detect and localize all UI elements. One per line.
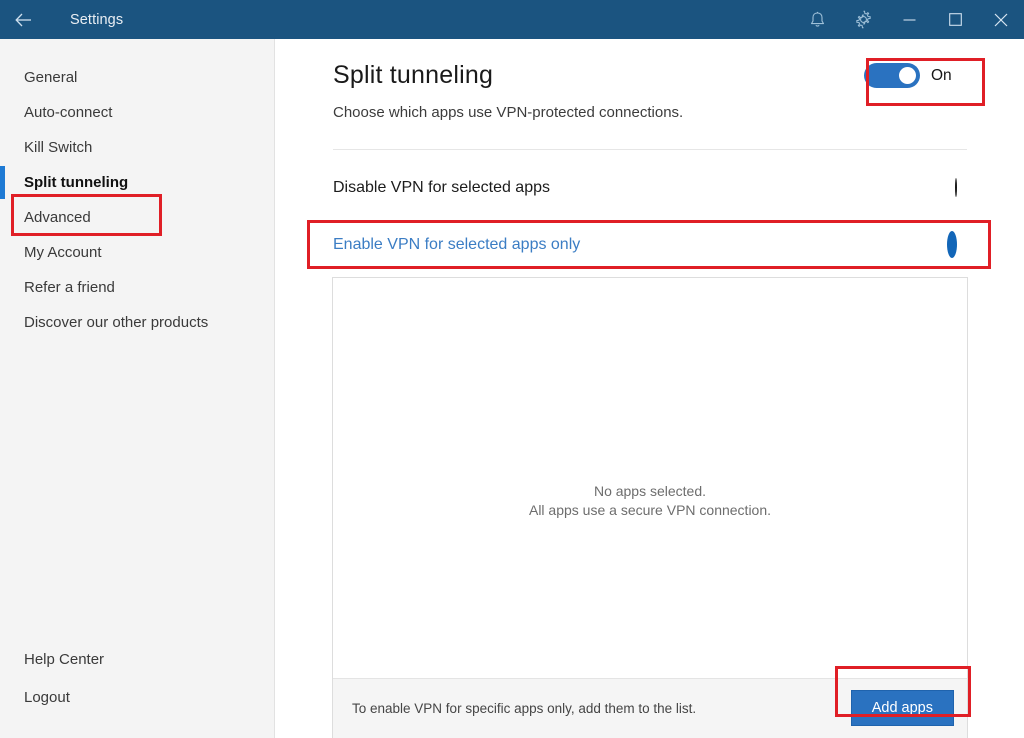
sidebar-item-label: Split tunneling (24, 174, 129, 191)
empty-state-line-1: No apps selected. (593, 483, 707, 499)
footer-hint-text: To enable VPN for specific apps only, ad… (352, 701, 697, 716)
sidebar-item-advanced[interactable]: Advanced (0, 200, 275, 235)
option-enable-vpn-selected-apps-only[interactable]: Enable VPN for selected apps only (333, 223, 967, 267)
settings-gear-button[interactable] (840, 0, 886, 39)
sidebar-item-label: Advanced (24, 209, 91, 226)
sidebar-item-discover-other-products[interactable]: Discover our other products (0, 305, 275, 340)
option-label: Disable VPN for selected apps (333, 179, 550, 196)
header-divider (333, 149, 967, 150)
app-list-panel: No apps selected. All apps use a secure … (332, 277, 968, 738)
empty-state-line-2: All apps use a secure VPN connection. (528, 502, 772, 518)
sidebar-item-label: General (24, 69, 78, 86)
notification-bell-icon (809, 11, 826, 29)
settings-window: Settings General Auto-connect Kill Switc… (0, 0, 1024, 738)
minimize-button[interactable] (886, 0, 932, 39)
app-list-footer: To enable VPN for specific apps only, ad… (333, 678, 967, 738)
main-content: Split tunneling Choose which apps use VP… (276, 39, 1024, 738)
maximize-icon (948, 13, 962, 26)
app-list-empty-state: No apps selected. All apps use a secure … (333, 482, 967, 520)
sidebar-item-label: My Account (24, 244, 102, 261)
sidebar-item-help-center[interactable]: Help Center (0, 640, 275, 678)
sidebar-item-label: Refer a friend (24, 279, 115, 296)
sidebar-item-label: Logout (24, 688, 70, 706)
maximize-button[interactable] (932, 0, 978, 39)
option-label: Enable VPN for selected apps only (333, 236, 581, 253)
sidebar-item-kill-switch[interactable]: Kill Switch (0, 130, 275, 165)
title-bar: Settings (0, 0, 1024, 39)
toggle-knob (899, 67, 916, 84)
sidebar: General Auto-connect Kill Switch Split t… (0, 39, 275, 738)
gear-icon (854, 10, 873, 29)
sidebar-item-auto-connect[interactable]: Auto-connect (0, 95, 275, 130)
add-apps-button[interactable]: Add apps (850, 690, 954, 726)
minimize-icon (903, 14, 916, 26)
close-button[interactable] (978, 0, 1024, 39)
back-button[interactable] (0, 0, 46, 39)
sidebar-nav: General Auto-connect Kill Switch Split t… (0, 60, 275, 340)
sidebar-item-general[interactable]: General (0, 60, 275, 95)
radio-button-unselected-icon[interactable] (955, 178, 957, 197)
sidebar-item-my-account[interactable]: My Account (0, 235, 275, 270)
close-icon (994, 13, 1008, 27)
sidebar-item-refer-a-friend[interactable]: Refer a friend (0, 270, 275, 305)
sidebar-nav-bottom: Help Center Logout (0, 640, 275, 716)
sidebar-item-label: Kill Switch (24, 139, 93, 156)
sidebar-item-label: Auto-connect (24, 104, 113, 121)
radio-button-selected-icon[interactable] (947, 231, 957, 258)
toggle-state-label: On (931, 66, 952, 84)
back-arrow-icon (14, 13, 32, 27)
sidebar-item-logout[interactable]: Logout (0, 678, 275, 716)
sidebar-item-split-tunneling[interactable]: Split tunneling (0, 165, 275, 200)
sidebar-item-label: Help Center (24, 650, 105, 668)
notifications-button[interactable] (794, 0, 840, 39)
page-subtitle: Choose which apps use VPN-protected conn… (333, 104, 684, 121)
split-tunneling-toggle[interactable]: On (864, 63, 952, 88)
option-disable-vpn-selected-apps[interactable]: Disable VPN for selected apps (333, 166, 967, 210)
page-title: Split tunneling (333, 61, 494, 89)
sidebar-item-label: Discover our other products (24, 314, 209, 331)
window-title: Settings (70, 11, 124, 28)
toggle-switch[interactable] (864, 63, 920, 88)
